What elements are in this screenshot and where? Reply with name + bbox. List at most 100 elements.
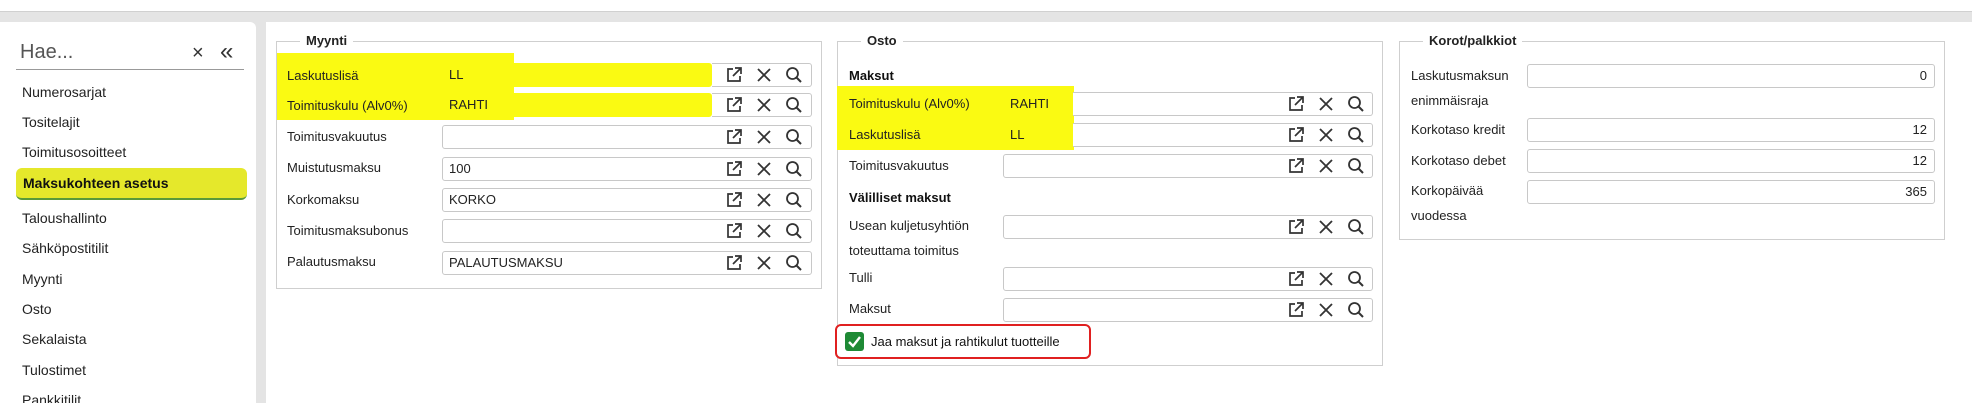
osto-label-toimitusvakuutus: Toimitusvakuutus — [849, 158, 949, 173]
sidebar-item-tositelajit[interactable]: Tositelajit — [22, 113, 80, 131]
korot-label-debet: Korkotaso debet — [1411, 153, 1506, 168]
field-actions — [724, 251, 808, 275]
search-icon[interactable] — [784, 253, 804, 273]
open-external-icon[interactable] — [1286, 156, 1306, 176]
korot-label-kredit: Korkotaso kredit — [1411, 122, 1505, 137]
osto-label-toimituskulu: Toimituskulu (Alv0%) — [849, 96, 970, 111]
open-external-icon[interactable] — [724, 253, 744, 273]
sidebar-item-taloushallinto[interactable]: Taloushallinto — [22, 209, 107, 227]
open-external-icon[interactable] — [724, 127, 744, 147]
sidebar-search: × « — [16, 36, 244, 70]
myynti-label-laskutuslisa: Laskutuslisä — [287, 68, 359, 83]
clear-icon[interactable] — [1316, 217, 1336, 237]
jaa-maksut-label: Jaa maksut ja rahtikulut tuotteille — [871, 334, 1060, 349]
sidebar-item-sekalaista[interactable]: Sekalaista — [22, 330, 87, 348]
jaa-maksut-option[interactable]: Jaa maksut ja rahtikulut tuotteille — [835, 324, 1091, 359]
clear-icon[interactable] — [754, 190, 774, 210]
sidebar-item-numerosarjat[interactable]: Numerosarjat — [22, 83, 106, 101]
open-external-icon[interactable] — [724, 95, 744, 115]
search-icon[interactable] — [784, 159, 804, 179]
search-icon[interactable] — [1346, 125, 1366, 145]
search-icon[interactable] — [1346, 217, 1366, 237]
clear-icon[interactable] — [1316, 269, 1336, 289]
field-actions — [1286, 92, 1370, 116]
korot-input-enimmaisraja[interactable]: 0 — [1527, 64, 1935, 88]
open-external-icon[interactable] — [1286, 300, 1306, 320]
osto-label-maksut: Maksut — [849, 301, 891, 316]
field-actions — [1286, 215, 1370, 239]
osto-title: Osto — [861, 33, 903, 48]
korot-title: Korot/palkkiot — [1423, 33, 1523, 48]
collapse-sidebar-icon[interactable]: « — [220, 38, 233, 66]
korot-input-kredit[interactable]: 12 — [1527, 118, 1935, 142]
field-actions — [724, 63, 808, 87]
valilliset-heading: Välilliset maksut — [849, 190, 951, 205]
field-actions — [724, 157, 808, 181]
sidebar-item-tulostimet[interactable]: Tulostimet — [22, 361, 86, 379]
top-bar — [0, 0, 1972, 12]
sidebar-item-osto[interactable]: Osto — [22, 300, 52, 318]
clear-icon[interactable] — [1316, 94, 1336, 114]
search-icon[interactable] — [784, 95, 804, 115]
korot-input-korkopaivaa[interactable]: 365 — [1527, 180, 1935, 204]
myynti-label-muistutusmaksu: Muistutusmaksu — [287, 160, 381, 175]
clear-icon[interactable] — [754, 221, 774, 241]
clear-icon[interactable] — [754, 65, 774, 85]
sidebar: × « Numerosarjat Tositelajit Toimitusoso… — [0, 22, 256, 403]
sidebar-item-sahkopostitilit[interactable]: Sähköpostitilit — [22, 239, 108, 257]
search-input[interactable] — [20, 39, 180, 65]
myynti-label-toimitusmaksubonus: Toimitusmaksubonus — [287, 223, 409, 238]
myynti-label-palautusmaksu: Palautusmaksu — [287, 254, 376, 269]
search-icon[interactable] — [1346, 94, 1366, 114]
clear-icon[interactable] — [754, 159, 774, 179]
korot-label-laskutusmaksun-1: Laskutusmaksun — [1411, 68, 1509, 83]
sidebar-item-myynti[interactable]: Myynti — [22, 270, 62, 288]
search-icon[interactable] — [784, 65, 804, 85]
open-external-icon[interactable] — [724, 65, 744, 85]
clear-icon[interactable] — [754, 95, 774, 115]
myynti-label-toimitusvakuutus: Toimitusvakuutus — [287, 129, 387, 144]
field-actions — [724, 125, 808, 149]
open-external-icon[interactable] — [724, 190, 744, 210]
korot-label-korkopaivaa-2: vuodessa — [1411, 208, 1467, 223]
sidebar-item-label: Maksukohteen asetus — [23, 175, 169, 191]
clear-icon[interactable] — [754, 127, 774, 147]
field-actions — [1286, 154, 1370, 178]
search-icon[interactable] — [784, 127, 804, 147]
field-actions — [1286, 123, 1370, 147]
clear-icon[interactable] — [1316, 300, 1336, 320]
myynti-label-korkomaksu: Korkomaksu — [287, 192, 360, 207]
korot-input-debet[interactable]: 12 — [1527, 149, 1935, 173]
osto-input-toimituskulu[interactable]: RAHTI — [1003, 92, 1073, 116]
clear-icon[interactable] — [1316, 125, 1336, 145]
osto-label-usean-2: toteuttama toimitus — [849, 243, 959, 258]
search-icon[interactable] — [1346, 156, 1366, 176]
jaa-maksut-checkbox[interactable] — [845, 332, 864, 351]
search-icon[interactable] — [1346, 300, 1366, 320]
sidebar-item-toimitusosoitteet[interactable]: Toimitusosoitteet — [22, 143, 126, 161]
clear-icon[interactable] — [754, 253, 774, 273]
open-external-icon[interactable] — [1286, 269, 1306, 289]
clear-icon[interactable] — [1316, 156, 1336, 176]
sidebar-item-maksukohteen-asetus[interactable]: Maksukohteen asetus — [16, 168, 247, 200]
search-icon[interactable] — [1346, 269, 1366, 289]
myynti-label-toimituskulu: Toimituskulu (Alv0%) — [287, 98, 408, 113]
field-actions — [724, 93, 808, 117]
search-icon[interactable] — [784, 190, 804, 210]
open-external-icon[interactable] — [724, 159, 744, 179]
myynti-input-laskutuslisa[interactable]: LL — [442, 63, 712, 87]
check-icon — [848, 336, 861, 348]
sidebar-item-pankkitilit[interactable]: Pankkitilit — [22, 391, 81, 403]
myynti-input-toimituskulu[interactable]: RAHTI — [442, 93, 712, 117]
clear-search-icon[interactable]: × — [192, 42, 204, 65]
search-icon[interactable] — [784, 221, 804, 241]
osto-label-usean-1: Usean kuljetusyhtiön — [849, 218, 969, 233]
open-external-icon[interactable] — [1286, 217, 1306, 237]
field-actions — [724, 188, 808, 212]
open-external-icon[interactable] — [724, 221, 744, 241]
osto-label-laskutuslisa: Laskutuslisä — [849, 127, 921, 142]
osto-input-laskutuslisa[interactable]: LL — [1003, 123, 1073, 147]
open-external-icon[interactable] — [1286, 94, 1306, 114]
osto-label-tulli: Tulli — [849, 270, 873, 285]
open-external-icon[interactable] — [1286, 125, 1306, 145]
